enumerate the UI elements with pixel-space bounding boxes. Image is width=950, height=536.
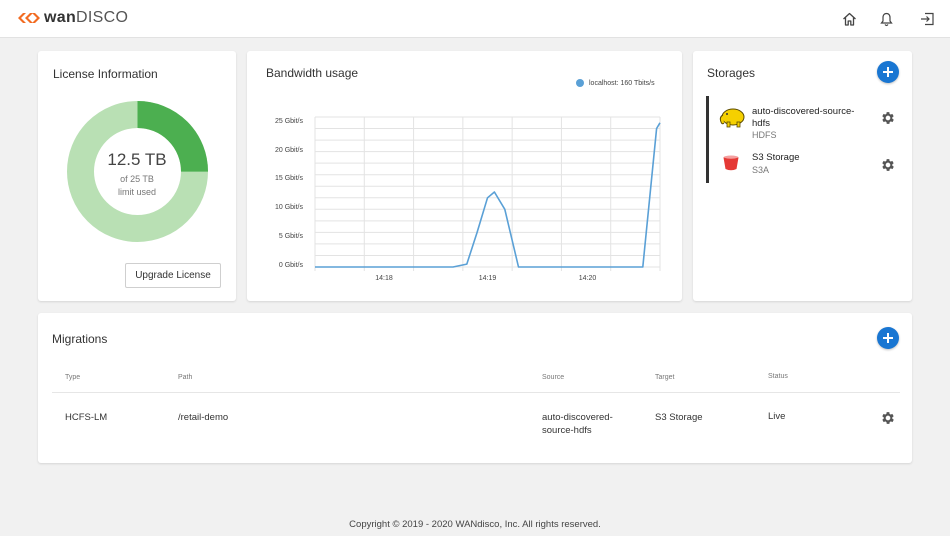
- storage-item-s3[interactable]: S3 Storage S3A: [716, 152, 906, 182]
- storage-type: HDFS: [752, 130, 777, 140]
- add-migration-button[interactable]: [877, 327, 899, 349]
- cell-target: S3 Storage: [655, 412, 703, 423]
- column-header-status[interactable]: Status: [768, 373, 788, 380]
- cell-source: auto-discovered-source-hdfs: [542, 412, 613, 436]
- x-tick-label: 14:20: [578, 275, 597, 282]
- column-header-path[interactable]: Path: [178, 374, 192, 381]
- column-header-type[interactable]: Type: [65, 374, 80, 381]
- storage-item-hdfs[interactable]: auto-discovered-source-hdfs HDFS: [716, 104, 906, 144]
- footer-copyright: Copyright © 2019 - 2020 WANdisco, Inc. A…: [349, 519, 601, 530]
- cell-path: /retail-demo: [178, 412, 229, 423]
- y-tick-label: 0 Gbit/s: [278, 262, 303, 269]
- y-tick-label: 20 Gbit/s: [274, 146, 303, 154]
- storage-selected-indicator: [706, 96, 709, 183]
- license-caption: limit used: [117, 187, 156, 197]
- table-divider: [52, 392, 900, 393]
- license-used-value: 12.5 TB: [107, 150, 167, 169]
- license-usage-text: 12.5 TB of 25 TB limit used: [67, 150, 207, 199]
- x-tick-label: 14:19: [478, 275, 497, 282]
- storage-name: S3 Storage: [752, 152, 800, 163]
- column-header-target[interactable]: Target: [655, 374, 674, 381]
- bell-icon[interactable]: [877, 10, 895, 28]
- storage-name: auto-discovered-source-hdfs: [752, 106, 855, 129]
- migrations-card: [38, 313, 912, 463]
- plus-icon: [883, 67, 893, 77]
- top-bar: wanDISCO: [0, 0, 950, 38]
- series-line: [315, 122, 661, 268]
- bandwidth-chart: [314, 116, 661, 271]
- column-header-source[interactable]: Source: [542, 374, 564, 381]
- logo-text: wanDISCO: [44, 9, 129, 26]
- cell-type: HCFS-LM: [65, 412, 108, 423]
- cell-status: Live: [768, 411, 786, 422]
- y-tick-label: 5 Gbit/s: [278, 233, 303, 241]
- hadoop-elephant-icon: [718, 106, 746, 133]
- y-tick-label: 10 Gbit/s: [274, 204, 303, 212]
- logout-icon[interactable]: [918, 10, 936, 28]
- storage-settings-gear-icon[interactable]: [880, 157, 896, 173]
- s3-bucket-icon: [722, 154, 740, 177]
- storage-type: S3A: [752, 165, 770, 175]
- plus-icon: [883, 333, 893, 343]
- y-tick-label: 25 Gbit/s: [274, 117, 303, 125]
- migration-settings-gear-icon[interactable]: [880, 410, 896, 426]
- storages-title: Storages: [707, 66, 756, 80]
- migrations-title: Migrations: [52, 332, 108, 346]
- license-total-text: of 25 TB: [120, 174, 154, 184]
- storage-settings-gear-icon[interactable]: [880, 110, 896, 126]
- upgrade-license-button[interactable]: Upgrade License: [125, 263, 221, 288]
- wandisco-logo[interactable]: wanDISCO: [17, 9, 128, 27]
- license-title: License Information: [53, 67, 158, 81]
- y-tick-label: 15 Gbit/s: [274, 175, 303, 183]
- x-tick-label: 14:18: [375, 275, 393, 282]
- add-storage-button[interactable]: [877, 61, 899, 83]
- wandisco-logo-icon: [17, 11, 41, 25]
- home-icon[interactable]: [840, 10, 858, 28]
